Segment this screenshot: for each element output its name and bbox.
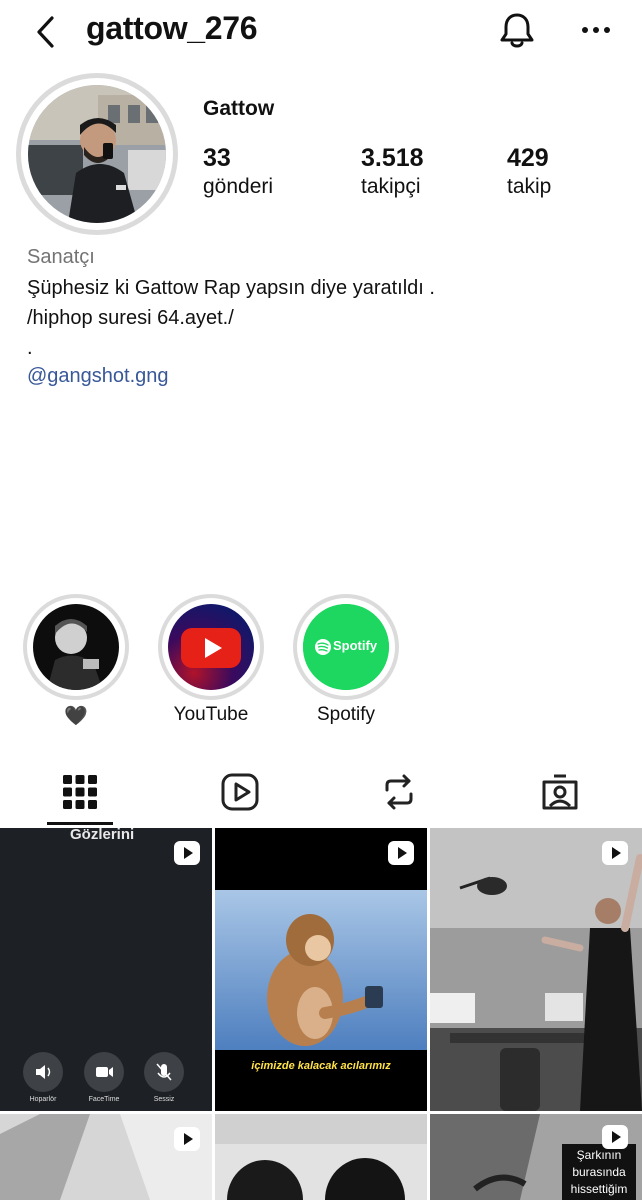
following-stat[interactable]: 429 takip: [507, 142, 551, 200]
tagged-person-icon[interactable]: [536, 768, 584, 816]
post-thumbnail[interactable]: [0, 1114, 212, 1200]
spotify-logo-text: Spotify: [333, 638, 378, 653]
post-thumbnail[interactable]: [430, 828, 642, 1111]
facetime-icon: [84, 1052, 124, 1092]
post-image: [215, 1114, 427, 1200]
reel-badge-icon: [602, 1125, 628, 1149]
followers-label: takipçi: [361, 175, 421, 198]
highlight-youtube[interactable]: YouTube: [158, 594, 264, 726]
avatar-photo: [28, 85, 166, 223]
bio-line: .: [27, 337, 33, 359]
post-caption-line: burasında: [572, 1165, 626, 1179]
chevron-left-icon[interactable]: [30, 12, 62, 52]
highlight-label: 🖤: [64, 706, 88, 727]
following-label: takip: [507, 175, 552, 198]
speaker-icon: [23, 1052, 63, 1092]
grid-icon[interactable]: [56, 768, 104, 816]
top-bar: gattow_276: [0, 0, 642, 64]
profile-username: gattow_276: [86, 10, 258, 46]
youtube-icon: [168, 604, 254, 690]
posts-count: 33: [203, 144, 231, 172]
following-count: 429: [507, 144, 549, 172]
bio-line: /hiphop suresi 64.ayet./: [27, 307, 234, 329]
display-name: Gattow: [203, 97, 275, 120]
mute-icon: [144, 1052, 184, 1092]
profile-tabs: [0, 760, 642, 826]
bell-icon[interactable]: [497, 10, 537, 52]
post-thumbnail[interactable]: [215, 1114, 427, 1200]
highlight-label: Spotify: [316, 704, 376, 725]
highlight-label: YouTube: [173, 704, 249, 725]
post-thumbnail[interactable]: içimizde kalacak acılarımız: [215, 828, 427, 1111]
post-image: [430, 828, 642, 1111]
posts-stat[interactable]: 33 gönderi: [203, 142, 273, 200]
post-thumbnail[interactable]: Şarkının burasında hissettiğim: [430, 1114, 642, 1200]
post-overlay-text: Gözlerini: [70, 828, 135, 843]
active-tab-indicator: [47, 822, 113, 825]
bio-line: Şüphesiz ki Gattow Rap yapsın diye yarat…: [27, 277, 435, 299]
posts-label: gönderi: [203, 175, 274, 198]
followers-count: 3.518: [361, 144, 424, 172]
post-caption-line: hissettiğim: [570, 1182, 628, 1196]
post-thumbnail[interactable]: Gözlerini Hoparlör FaceTime Sessiz: [0, 828, 212, 1111]
call-button-label: Hoparlör: [29, 1096, 57, 1103]
bio-mention-link[interactable]: @gangshot.gng: [27, 365, 169, 388]
post-caption-line: Şarkının: [576, 1148, 622, 1162]
profile-avatar[interactable]: [16, 73, 178, 235]
more-horizontal-icon[interactable]: [578, 18, 614, 42]
highlight-spotify[interactable]: Spotify Spotify: [293, 594, 399, 726]
repost-icon[interactable]: [375, 768, 423, 816]
call-button-label: Sessiz: [153, 1096, 175, 1103]
post-caption: içimizde kalacak acılarımız: [251, 1060, 391, 1072]
call-button-label: FaceTime: [88, 1096, 120, 1103]
posts-grid: Gözlerini Hoparlör FaceTime Sessiz içimi…: [0, 828, 642, 1200]
reel-badge-icon: [602, 841, 628, 865]
profile-category: Sanatçı: [27, 246, 95, 268]
reels-icon[interactable]: [216, 768, 264, 816]
highlight-heart[interactable]: 🖤: [23, 594, 129, 728]
reel-badge-icon: [174, 841, 200, 865]
followers-stat[interactable]: 3.518 takipçi: [361, 142, 424, 200]
reel-badge-icon: [174, 1127, 200, 1151]
highlight-photo: [33, 604, 119, 690]
reel-badge-icon: [388, 841, 414, 865]
